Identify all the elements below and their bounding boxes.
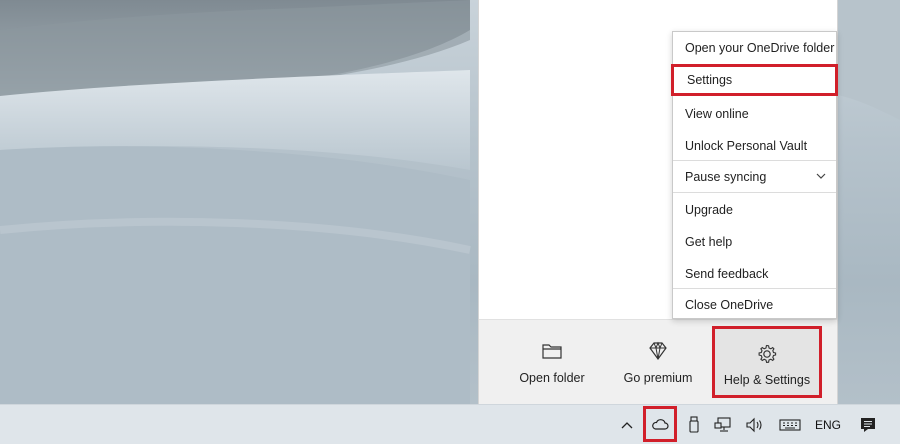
- menu-item-close-onedrive[interactable]: Close OneDrive: [673, 289, 836, 321]
- menu-item-pause-syncing[interactable]: Pause syncing: [673, 161, 836, 193]
- go-premium-label: Go premium: [623, 371, 693, 385]
- notification-icon: [861, 418, 875, 432]
- touch-keyboard-button[interactable]: [776, 405, 804, 445]
- volume-icon: [746, 417, 762, 433]
- menu-item-open-folder[interactable]: Open your OneDrive folder: [673, 32, 836, 64]
- diamond-icon: [649, 341, 667, 361]
- menu-item-send-feedback[interactable]: Send feedback: [673, 258, 836, 290]
- flyout-footer: Open folder Go premium Help & Settings: [479, 319, 837, 404]
- onedrive-cloud-icon: [652, 419, 669, 430]
- taskbar: ENG: [0, 404, 900, 444]
- open-folder-button[interactable]: Open folder: [499, 320, 605, 404]
- network-icon: [714, 417, 731, 432]
- onedrive-context-menu: Open your OneDrive folder Settings View …: [671, 31, 838, 321]
- usb-drive-icon: [689, 416, 699, 433]
- chevron-down-icon: [816, 173, 826, 179]
- menu-item-settings[interactable]: Settings: [671, 64, 838, 96]
- help-settings-label: Help & Settings: [723, 373, 811, 387]
- menu-separator: [673, 192, 836, 193]
- safely-remove-hardware-button[interactable]: [684, 405, 704, 445]
- input-language-button[interactable]: ENG: [810, 405, 846, 445]
- show-hidden-icons-button[interactable]: [614, 405, 640, 445]
- go-premium-button[interactable]: Go premium: [605, 320, 711, 404]
- gear-icon: [758, 344, 777, 363]
- folder-icon: [542, 344, 562, 359]
- menu-item-get-help[interactable]: Get help: [673, 226, 836, 258]
- menu-item-view-online[interactable]: View online: [673, 98, 836, 130]
- action-center-button[interactable]: [854, 405, 882, 445]
- volume-button[interactable]: [742, 405, 768, 445]
- help-settings-button[interactable]: Help & Settings: [712, 326, 822, 398]
- pause-syncing-label: Pause syncing: [685, 170, 767, 184]
- open-folder-label: Open folder: [519, 371, 585, 385]
- network-button[interactable]: [710, 405, 736, 445]
- menu-item-upgrade[interactable]: Upgrade: [673, 194, 836, 226]
- menu-item-unlock-vault[interactable]: Unlock Personal Vault: [673, 130, 836, 162]
- keyboard-icon: [779, 419, 801, 431]
- chevron-up-icon: [621, 422, 633, 429]
- onedrive-tray-button[interactable]: [643, 406, 677, 442]
